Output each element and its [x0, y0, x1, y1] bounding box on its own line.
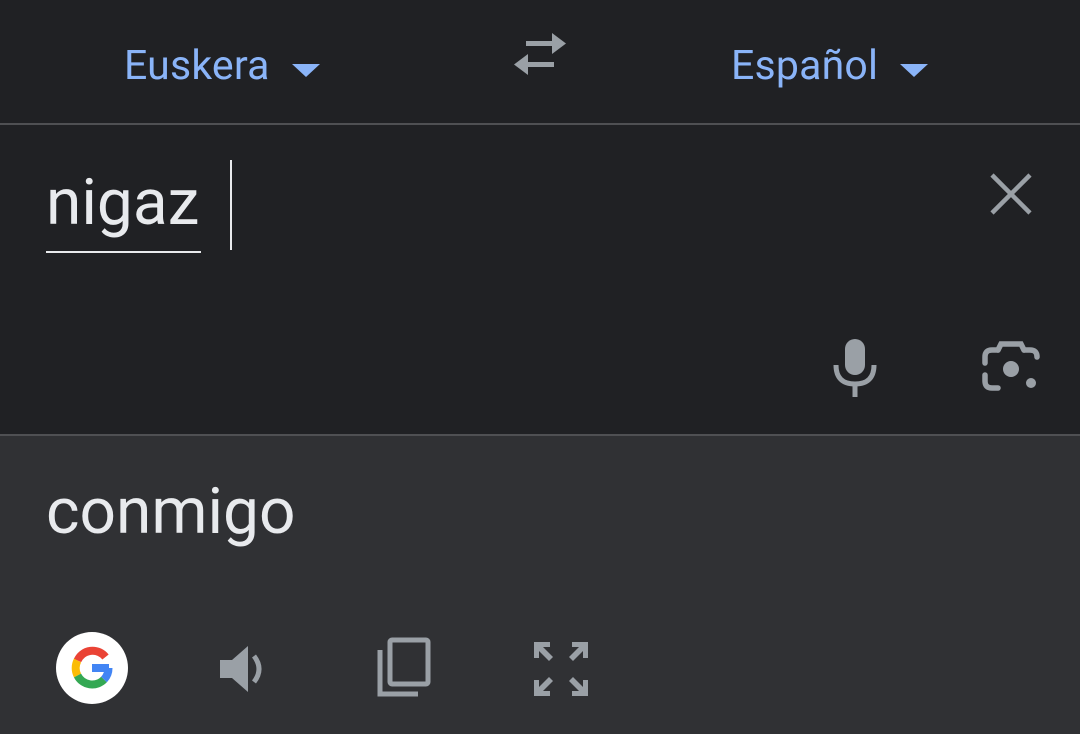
target-language-selector[interactable]: Español [731, 38, 929, 94]
source-dropdown-caret-icon [291, 63, 320, 77]
microphone-icon[interactable] [828, 337, 882, 399]
target-language-label: Español [731, 42, 879, 90]
input-panel: nigaz [0, 125, 1080, 434]
text-cursor [230, 160, 232, 250]
source-language-label: Euskera [124, 42, 270, 90]
translated-text: conmigo [46, 474, 296, 549]
google-logo-icon[interactable] [56, 632, 128, 704]
target-dropdown-caret-icon [900, 63, 929, 77]
speaker-icon[interactable] [216, 638, 278, 700]
source-language-selector[interactable]: Euskera [124, 38, 320, 94]
copy-icon[interactable] [374, 636, 434, 700]
close-icon[interactable] [986, 169, 1036, 219]
swap-arrows-icon[interactable] [510, 32, 570, 78]
camera-lens-icon[interactable] [980, 339, 1042, 399]
output-panel: conmigo [0, 436, 1080, 734]
source-text-input[interactable]: nigaz [46, 155, 202, 253]
fullscreen-icon[interactable] [530, 638, 592, 700]
translate-app: Euskera Español nigaz conmigo [0, 0, 1080, 734]
language-bar: Euskera Español [0, 0, 1080, 123]
